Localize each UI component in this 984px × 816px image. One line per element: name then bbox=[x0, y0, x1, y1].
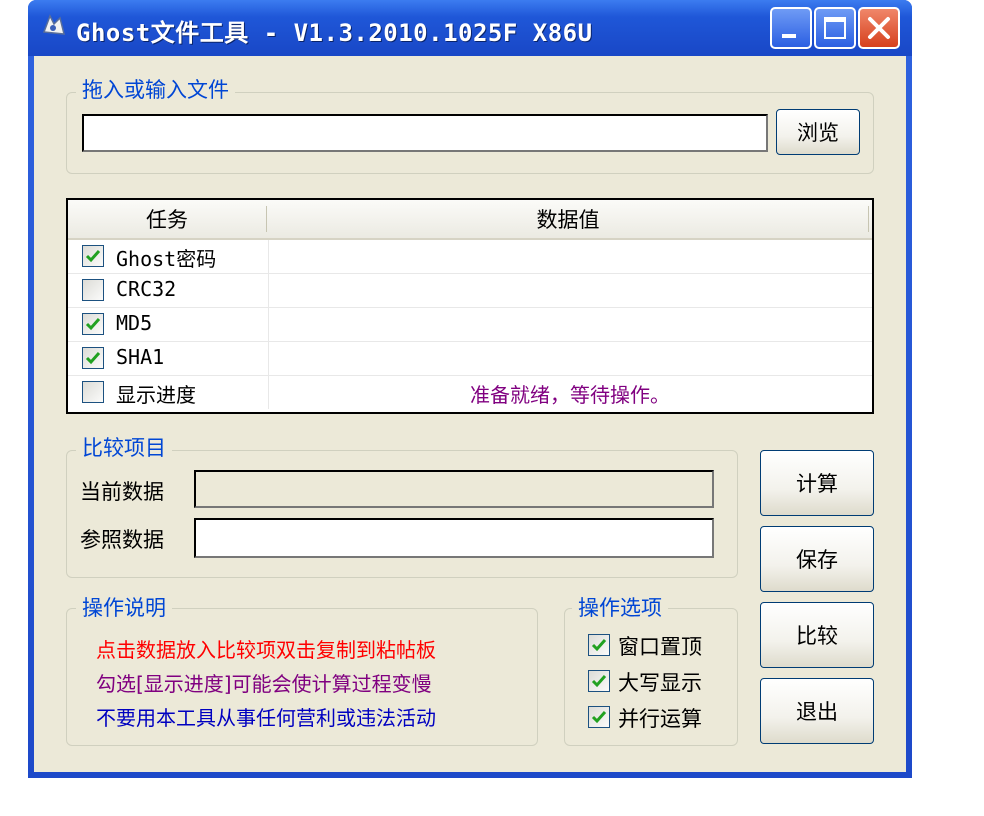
task-label: 显示进度 bbox=[116, 383, 196, 407]
column-header-task-label: 任务 bbox=[146, 208, 188, 232]
column-separator[interactable] bbox=[868, 206, 869, 232]
app-window: Ghost文件工具 - V1.3.2010.1025F X86U 拖入或输入文件… bbox=[28, 0, 912, 778]
minimize-button[interactable] bbox=[770, 7, 812, 49]
task-row-sha1[interactable]: SHA1 bbox=[68, 342, 872, 376]
checkbox-ghost-password[interactable] bbox=[82, 245, 104, 267]
checkbox-show-progress[interactable] bbox=[82, 381, 104, 403]
row-column-divider bbox=[268, 308, 269, 341]
exit-button-label: 退出 bbox=[796, 700, 838, 724]
status-text: 准备就绪，等待操作。 bbox=[470, 383, 670, 407]
title-bar[interactable]: Ghost文件工具 - V1.3.2010.1025F X86U bbox=[28, 0, 912, 56]
column-separator[interactable] bbox=[266, 206, 267, 232]
current-data-field[interactable] bbox=[194, 470, 714, 508]
save-button[interactable]: 保存 bbox=[760, 526, 874, 592]
option-label-always-on-top[interactable]: 窗口置顶 bbox=[618, 631, 702, 661]
checkmark-icon bbox=[591, 675, 607, 688]
checkbox-sha1[interactable] bbox=[82, 347, 104, 369]
task-row-crc32[interactable]: CRC32 bbox=[68, 274, 872, 308]
row-column-divider bbox=[268, 240, 269, 273]
option-label-parallel[interactable]: 并行运算 bbox=[618, 703, 702, 733]
row-column-divider bbox=[268, 342, 269, 375]
maximize-button[interactable] bbox=[814, 7, 856, 49]
task-row-ghost-password[interactable]: Ghost密码 bbox=[68, 240, 872, 274]
row-column-divider bbox=[268, 376, 269, 409]
compare-button-label: 比较 bbox=[796, 624, 838, 648]
checkbox-uppercase[interactable] bbox=[588, 670, 610, 692]
file-group-label: 拖入或输入文件 bbox=[76, 78, 235, 102]
client-area: 拖入或输入文件 浏览 任务 数据值 Ghost密码 CRC32 MD5 SHA1… bbox=[34, 56, 906, 772]
browse-button-label: 浏览 bbox=[797, 121, 839, 145]
browse-button[interactable]: 浏览 bbox=[776, 109, 860, 155]
instruction-line-1: 点击数据放入比较项双击复制到粘帖板 bbox=[96, 638, 436, 662]
checkmark-icon bbox=[591, 639, 607, 652]
task-label: Ghost密码 bbox=[116, 247, 217, 271]
column-header-value-label: 数据值 bbox=[536, 208, 600, 232]
save-button-label: 保存 bbox=[796, 548, 838, 572]
column-header-task[interactable]: 任务 bbox=[68, 200, 266, 238]
checkmark-icon bbox=[591, 711, 607, 724]
file-path-input[interactable] bbox=[82, 114, 768, 152]
close-button[interactable] bbox=[858, 7, 900, 49]
task-list[interactable]: 任务 数据值 Ghost密码 CRC32 MD5 SHA1 显示进度 准备就绪，… bbox=[66, 198, 874, 414]
task-row-md5[interactable]: MD5 bbox=[68, 308, 872, 342]
compare-group-label: 比较项目 bbox=[76, 436, 172, 460]
task-label: CRC32 bbox=[116, 277, 177, 301]
checkmark-icon bbox=[85, 318, 101, 331]
reference-data-label: 参照数据 bbox=[80, 528, 164, 552]
calculate-button-label: 计算 bbox=[796, 472, 838, 496]
instruction-line-2: 勾选[显示进度]可能会使计算过程变慢 bbox=[96, 672, 432, 696]
checkbox-always-on-top[interactable] bbox=[588, 634, 610, 656]
task-label: MD5 bbox=[116, 311, 153, 335]
current-data-label: 当前数据 bbox=[80, 480, 164, 504]
task-list-header: 任务 数据值 bbox=[68, 200, 872, 240]
compare-button[interactable]: 比较 bbox=[760, 602, 874, 668]
close-icon bbox=[868, 17, 890, 39]
window-title: Ghost文件工具 - V1.3.2010.1025F X86U bbox=[76, 19, 593, 47]
exit-button[interactable]: 退出 bbox=[760, 678, 874, 744]
task-row-show-progress[interactable]: 显示进度 准备就绪，等待操作。 bbox=[68, 376, 872, 409]
instruction-line-3: 不要用本工具从事任何营利或违法活动 bbox=[96, 706, 436, 730]
task-label: SHA1 bbox=[116, 345, 165, 369]
option-label-uppercase[interactable]: 大写显示 bbox=[618, 667, 702, 697]
options-group-label: 操作选项 bbox=[572, 596, 668, 620]
row-column-divider bbox=[268, 274, 269, 307]
checkmark-icon bbox=[85, 352, 101, 365]
minimize-icon bbox=[782, 34, 796, 38]
checkmark-icon bbox=[85, 250, 101, 263]
checkbox-md5[interactable] bbox=[82, 313, 104, 335]
column-header-value[interactable]: 数据值 bbox=[268, 200, 868, 238]
maximize-icon bbox=[824, 17, 846, 39]
checkbox-parallel[interactable] bbox=[588, 706, 610, 728]
instructions-group-label: 操作说明 bbox=[76, 596, 172, 620]
checkbox-crc32[interactable] bbox=[82, 279, 104, 301]
reference-data-field[interactable] bbox=[194, 518, 714, 558]
calculate-button[interactable]: 计算 bbox=[760, 450, 874, 516]
app-icon bbox=[42, 14, 65, 35]
